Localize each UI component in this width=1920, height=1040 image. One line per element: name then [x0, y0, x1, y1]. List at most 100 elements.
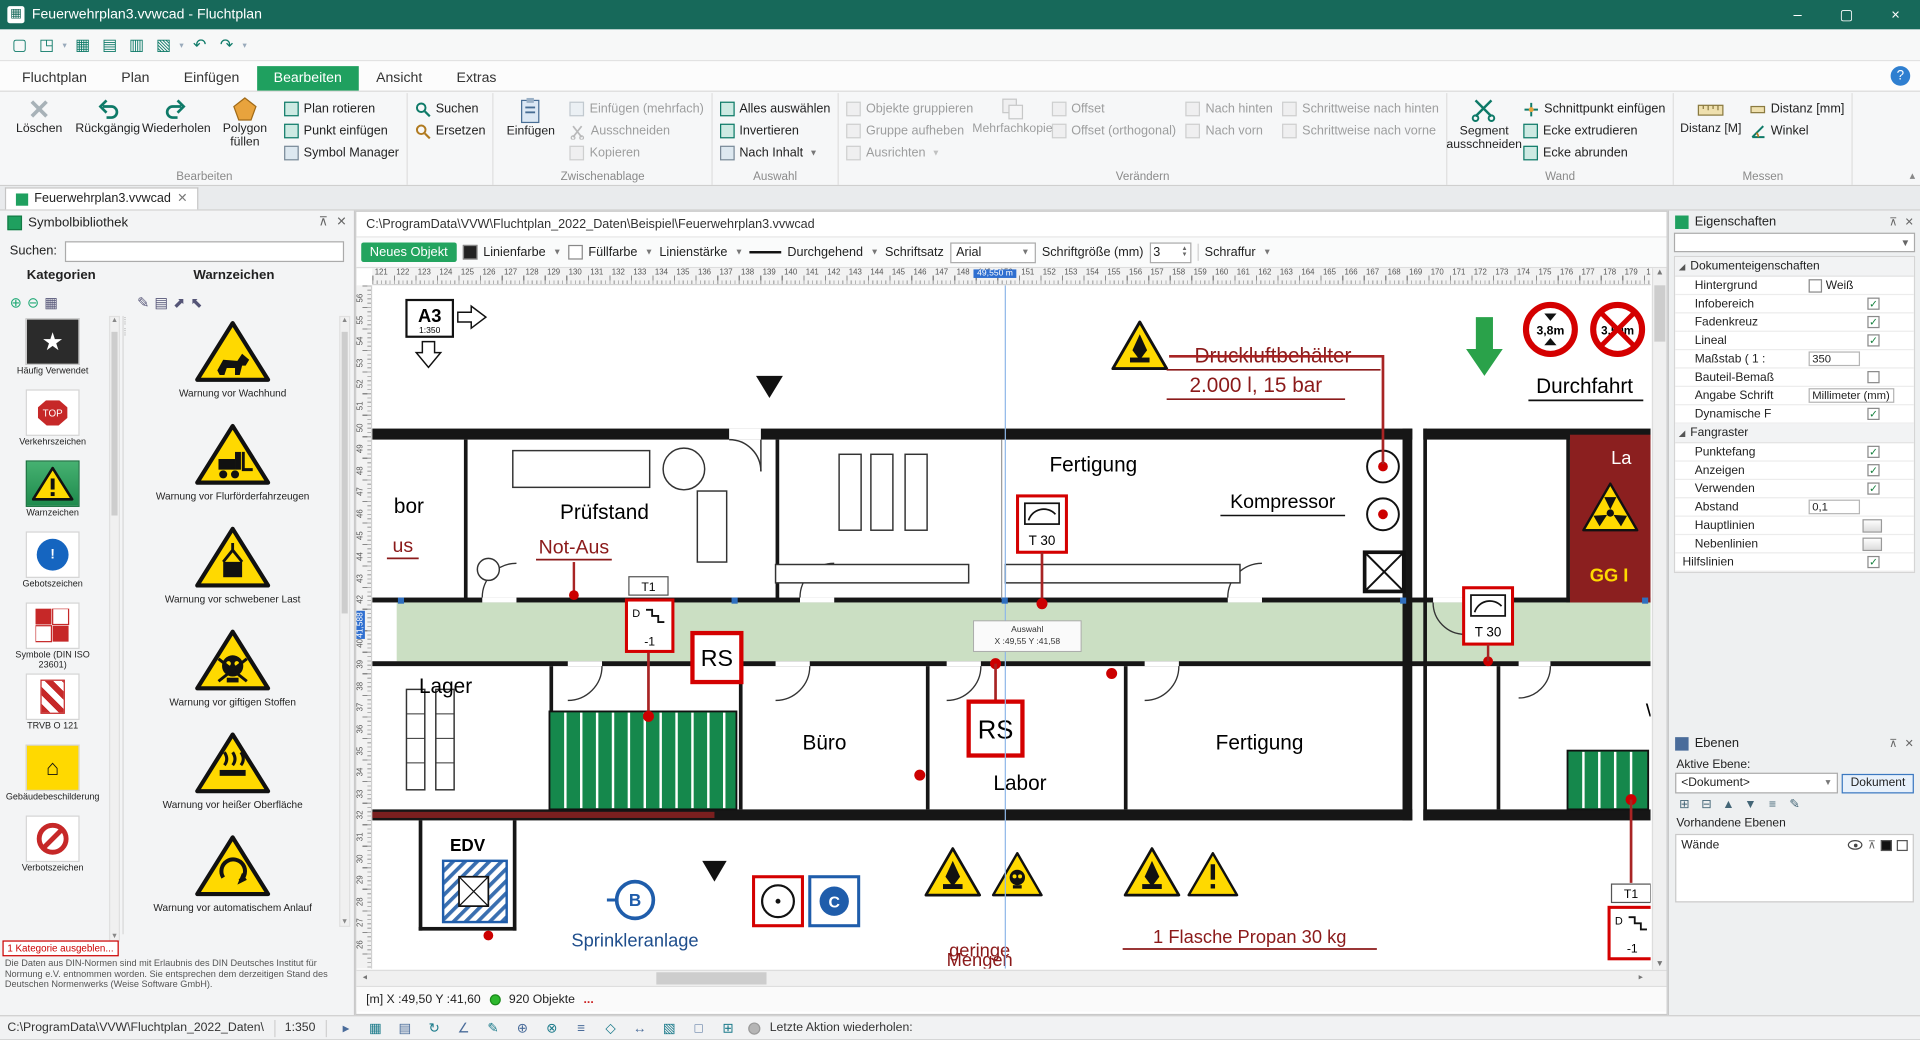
panel-close-icon[interactable]: ✕ — [1905, 737, 1914, 750]
export-symbol-icon[interactable]: ⬈ — [173, 293, 185, 310]
remove-layer-icon[interactable]: ⊟ — [1697, 796, 1715, 813]
active-layer-select[interactable]: <Dokument> ▼ — [1675, 772, 1839, 794]
minimize-button[interactable]: – — [1773, 0, 1822, 29]
insert-intersection-button[interactable]: Schnittpunkt einfügen — [1518, 98, 1670, 120]
grid-view-icon[interactable]: ▦ — [44, 293, 58, 310]
category-warnzeichen[interactable]: Warnzeichen — [2, 458, 102, 529]
ortho-mode-icon[interactable]: ∠ — [454, 1020, 474, 1036]
copy-button[interactable]: Kopieren — [565, 142, 709, 164]
panel-splitter[interactable]: ⁞ ⁞ — [122, 315, 127, 935]
staircase[interactable] — [548, 710, 738, 811]
pen-tool-icon[interactable]: ✎ — [483, 1020, 503, 1036]
open-file-icon[interactable]: ◳ — [34, 32, 58, 56]
offset-button[interactable]: Offset — [1047, 98, 1181, 120]
flammable-warning-icon[interactable] — [924, 847, 982, 897]
checkbox-checked[interactable]: ✓ — [1867, 334, 1880, 347]
checkbox-checked[interactable]: ✓ — [1867, 315, 1880, 329]
redo-button[interactable]: Wiederholen — [142, 93, 211, 166]
chevron-down-icon[interactable]: ▼ — [553, 248, 561, 257]
pressure-warning-icon[interactable] — [1111, 320, 1169, 371]
print-icon[interactable]: ▥ — [124, 32, 148, 56]
checkbox-checked[interactable]: ✓ — [1867, 407, 1880, 421]
chevron-down-icon[interactable]: ▼ — [1263, 248, 1271, 257]
panel-close-icon[interactable]: ✕ — [336, 216, 346, 229]
floor-plan-canvas[interactable]: EDV La GG I A3 1:350 Druckluftbehälter 2… — [372, 285, 1651, 969]
properties-object-select[interactable]: ▼ — [1673, 232, 1916, 253]
unit-value[interactable]: Millimeter (mm) — [1808, 388, 1895, 403]
import-symbol-icon[interactable]: ⬉ — [190, 293, 202, 310]
print-dropdown-icon[interactable]: ▾ — [179, 40, 183, 50]
send-backward-button[interactable]: Nach hinten — [1181, 98, 1278, 120]
tab-ansicht[interactable]: Ansicht — [359, 66, 439, 90]
general-warning-icon[interactable] — [1187, 852, 1239, 897]
new-object-button[interactable]: Neues Objekt — [361, 242, 457, 263]
rs-shutter-symbol[interactable]: RS — [690, 630, 744, 685]
stepper-arrows-icon[interactable]: ▲ ▼ — [1181, 246, 1187, 258]
add-category-icon[interactable]: ⊕ — [10, 293, 22, 310]
offset-orthogonal-button[interactable]: Offset (orthogonal) — [1047, 120, 1181, 142]
hatch-toggle-icon[interactable]: ▧ — [660, 1020, 680, 1036]
t1-staircase-symbol[interactable]: T1 D -1 — [1607, 883, 1651, 961]
remove-snap-icon[interactable]: ⊗ — [542, 1020, 562, 1036]
save-icon[interactable]: ▦ — [70, 32, 94, 56]
merge-layers-icon[interactable]: ≡ — [1763, 796, 1781, 813]
category-gebaeudebeschilderung[interactable]: ⌂ Gebäudebeschilderung — [2, 742, 102, 813]
paste-button[interactable]: Einfügen — [497, 93, 566, 166]
tab-einfuegen[interactable]: Einfügen — [167, 66, 257, 90]
library-search-input[interactable] — [64, 240, 345, 262]
sub-grid-button[interactable] — [1862, 536, 1883, 551]
zoom-extents-icon[interactable]: ⊞ — [718, 1020, 738, 1036]
paste-multiple-button[interactable]: Einfügen (mehrfach) — [565, 98, 709, 120]
bring-forward-button[interactable]: Nach vorn — [1181, 120, 1278, 142]
lock-icon[interactable]: ⊼ — [1868, 838, 1876, 851]
step-forward-button[interactable]: Schrittweise nach vorne — [1278, 120, 1444, 142]
symbol-giftige-stoffe[interactable]: Warnung vor giftigen Stoffen — [130, 624, 336, 727]
line-color-swatch[interactable] — [462, 244, 478, 260]
ungroup-button[interactable]: Gruppe aufheben — [841, 120, 978, 142]
crosshair-icon[interactable]: ⊕ — [513, 1020, 533, 1036]
chevron-down-icon[interactable]: ▼ — [645, 248, 653, 257]
replace-button[interactable]: Ersetzen — [410, 120, 490, 142]
quickbar-dropdown-icon[interactable]: ▾ — [242, 40, 246, 50]
tab-plan[interactable]: Plan — [104, 66, 166, 90]
chevron-down-icon[interactable]: ▼ — [870, 248, 878, 257]
tab-extras[interactable]: Extras — [439, 66, 513, 90]
hidden-category-note[interactable]: 1 Kategorie ausgeblen... — [2, 940, 119, 957]
hazard-storage-room[interactable]: La GG I — [1569, 434, 1651, 603]
layer-row-waende[interactable]: Wände ⊼ — [1676, 835, 1912, 855]
scroll-thumb[interactable] — [656, 972, 767, 985]
category-verkehrszeichen[interactable]: TOP Verkehrszeichen — [2, 387, 102, 458]
undo-button[interactable]: Rückgängig — [73, 93, 142, 166]
document-close-icon[interactable]: ✕ — [177, 192, 187, 205]
t30-door-symbol[interactable]: T 30 — [1462, 586, 1515, 646]
ribbon-collapse-icon[interactable]: ▴ — [1910, 169, 1916, 182]
horizontal-scrollbar[interactable]: ◂ ▸ — [356, 969, 1667, 986]
angle-button[interactable]: Winkel — [1745, 120, 1849, 142]
category-haeufig-verwendet[interactable]: ★ Häufig Verwendet — [2, 316, 102, 387]
insert-point-button[interactable]: Punkt einfügen — [279, 120, 404, 142]
symbol-list-icon[interactable]: ▤ — [154, 293, 168, 310]
checkbox-checked[interactable]: ✓ — [1867, 297, 1880, 310]
object-snap-icon[interactable]: ◇ — [601, 1020, 621, 1036]
category-gebotszeichen[interactable]: ! Gebotszeichen — [2, 529, 102, 600]
layer-settings-icon[interactable]: ✎ — [1785, 796, 1803, 813]
round-corner-button[interactable]: Ecke abrunden — [1518, 142, 1670, 164]
align-button[interactable]: Ausrichten ▼ — [841, 142, 978, 164]
hatch-label[interactable]: Schraffur — [1205, 246, 1256, 259]
font-size-stepper[interactable]: 3 ▲ ▼ — [1149, 241, 1192, 263]
tab-fluchtplan[interactable]: Fluchtplan — [5, 66, 104, 90]
select-tool-icon[interactable]: ▸ — [336, 1020, 356, 1036]
layer-color-black[interactable] — [1880, 839, 1892, 851]
symbol-wachhund[interactable]: Warnung vor Wachhund — [130, 316, 336, 419]
layer-up-icon[interactable]: ▲ — [1719, 796, 1737, 813]
distance-mm-button[interactable]: Distanz [mm] — [1745, 98, 1849, 120]
category-verbotszeichen[interactable]: Verbotszeichen — [2, 813, 102, 884]
multicopy-button[interactable]: Mehrfachkopie — [972, 93, 1053, 166]
t30-door-symbol[interactable]: T 30 — [1016, 494, 1068, 554]
layer-toggle-icon[interactable]: ≡ — [571, 1021, 591, 1036]
checkbox-checked[interactable]: ✓ — [1867, 445, 1880, 458]
main-grid-button[interactable] — [1862, 518, 1883, 533]
symbol-flurfoerderfahrzeuge[interactable]: Warnung vor Flurförderfahrzeugen — [130, 419, 336, 522]
height-limit-sign[interactable]: 3,8m — [1522, 301, 1578, 357]
visibility-eye-icon[interactable] — [1848, 840, 1863, 850]
